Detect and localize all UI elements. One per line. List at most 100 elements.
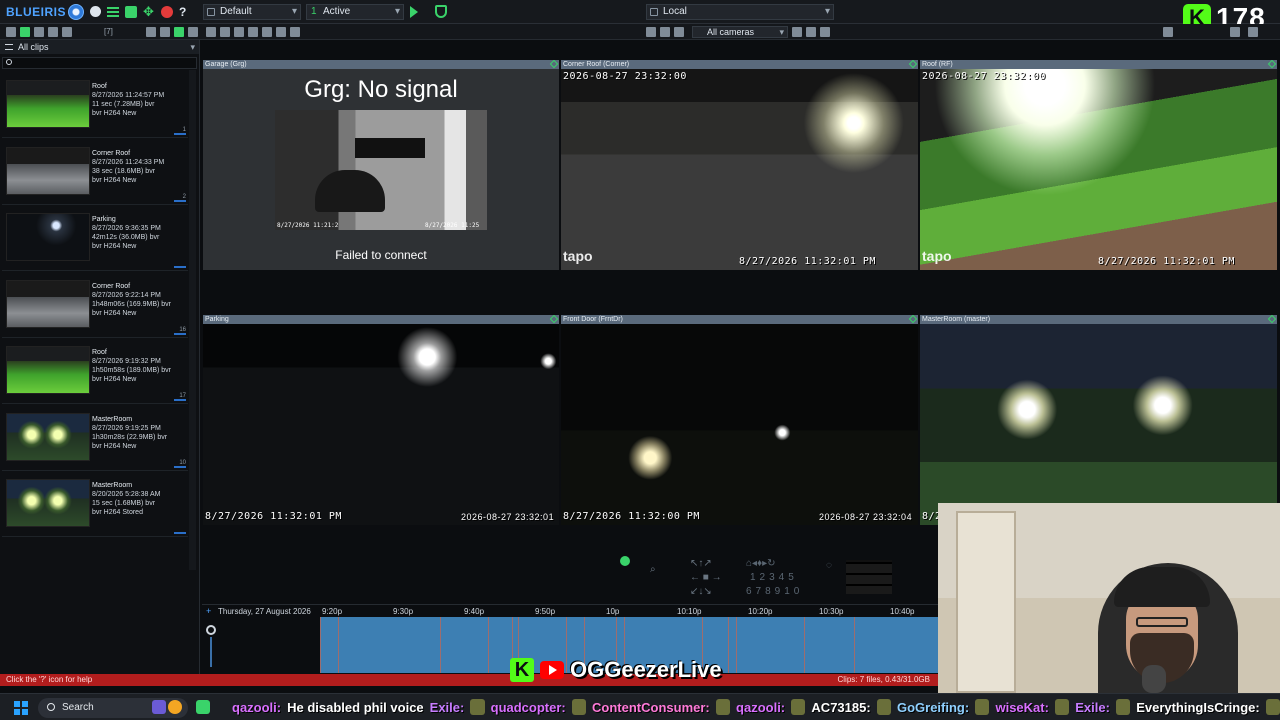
preset-row-2[interactable]: 678910 <box>746 586 803 597</box>
clip-item[interactable]: Roof 8/27/2026 9:19:32 PM 1h50m58s (189.0M… <box>2 340 188 404</box>
camera-title-bar: Corner Roof (Corner) <box>561 60 918 69</box>
profile-dropdown[interactable]: Default <box>203 4 301 20</box>
taskbar-app-icon[interactable] <box>196 700 210 714</box>
flag-icon[interactable] <box>34 27 44 37</box>
chat-emote-icon <box>571 699 587 715</box>
chat-emote-icon <box>470 699 485 715</box>
server-dropdown[interactable]: Local <box>646 4 834 20</box>
clip-item[interactable]: Corner Roof 8/27/2026 11:24:33 PM 38 sec (… <box>2 141 188 205</box>
profile-icon <box>207 8 215 16</box>
minimize-icon[interactable] <box>1230 27 1240 37</box>
clips-search-input[interactable] <box>2 57 197 69</box>
camera-garage[interactable]: Garage (Grg) Grg: No signal 8/27/2026 11… <box>203 60 559 270</box>
chat-username: qazooli: <box>232 699 282 715</box>
record-icon[interactable] <box>234 27 244 37</box>
settings-gear-icon[interactable] <box>90 6 101 17</box>
move-arrows-icon[interactable]: ✥ <box>143 5 155 18</box>
taskbar-app-icon[interactable] <box>152 700 166 714</box>
chat-username: quadcopter: <box>490 699 566 715</box>
clip-meta: MasterRoom 8/20/2026 5:28:38 AM 15 sec (1.… <box>92 481 186 517</box>
thumbs-icon[interactable] <box>160 27 170 37</box>
camera-gear-icon[interactable] <box>806 27 816 37</box>
clip-thumbnail <box>6 213 90 261</box>
volume-icon[interactable] <box>1163 27 1173 37</box>
clip-item[interactable]: MasterRoom 8/27/2026 9:19:25 PM 1h30m28s (… <box>2 407 188 471</box>
clips-header[interactable]: All clips ▾ <box>0 40 199 54</box>
clip-thumbnail <box>6 279 90 328</box>
fullscreen-icon[interactable] <box>1248 27 1258 37</box>
crop-icon[interactable] <box>206 27 216 37</box>
timeline-slider[interactable] <box>210 637 212 667</box>
layout-icon[interactable] <box>646 27 656 37</box>
upload-icon[interactable] <box>262 27 272 37</box>
clip-camera: Corner Roof <box>92 282 131 290</box>
alert-icon[interactable] <box>248 27 258 37</box>
mute-icon[interactable] <box>276 27 286 37</box>
camera-settings-icon[interactable] <box>792 27 802 37</box>
camera-front-door[interactable]: Front Door (FrntDr) 8/27/2026 11:32:00 P… <box>561 315 918 525</box>
clip-item[interactable]: Corner Roof 8/27/2026 9:22:14 PM 1h48m06s … <box>2 274 188 338</box>
camera-status-icon <box>908 315 918 324</box>
clip-date: 8/27/2026 9:22:14 PM <box>92 291 161 299</box>
clip-date: 8/27/2026 9:19:25 PM <box>92 424 161 432</box>
timeline-event-mark <box>488 617 489 673</box>
image-icon[interactable] <box>220 27 230 37</box>
timeline-tick: 9:50p <box>535 607 556 616</box>
list-view-icon[interactable] <box>107 6 119 17</box>
ptz-tools-icon[interactable]: ◌ <box>826 560 832 571</box>
camera-corner-roof[interactable]: Corner Roof (Corner) 2026-08-27 23:32:00… <box>561 60 918 270</box>
windows-start-icon[interactable] <box>14 701 28 715</box>
timeline-event-mark <box>736 617 737 673</box>
timeline-add-icon[interactable]: + <box>206 606 211 616</box>
timeline-event-mark <box>854 617 855 673</box>
timeline-tick: 9:20p <box>322 607 343 616</box>
clip-meta: Roof 8/27/2026 9:19:32 PM 1h50m58s (189.0M… <box>92 348 186 384</box>
taskbar-app-icon[interactable] <box>168 700 182 714</box>
timeline-knob[interactable] <box>206 625 216 635</box>
zoom-icon[interactable]: ⌕ <box>650 564 656 575</box>
chevron-down-icon: ▾ <box>190 42 195 52</box>
chat-icon[interactable] <box>62 27 72 37</box>
mic-icon[interactable] <box>290 27 300 37</box>
camera-icon[interactable] <box>125 5 137 18</box>
lightning-icon[interactable] <box>20 27 30 37</box>
calendar-icon[interactable] <box>146 27 156 37</box>
help-icon[interactable]: ? <box>179 6 191 18</box>
clip-codec: bvr H264 New <box>92 243 137 250</box>
filter-icon[interactable] <box>188 27 198 37</box>
pan-arrows-icon[interactable]: ↖↑↗ <box>690 558 712 569</box>
camera-master-room[interactable]: MasterRoom (master) 8/2 <box>920 315 1277 525</box>
clip-item[interactable]: Roof 8/27/2026 11:24:57 PM 11 sec (7.28MB)… <box>2 74 188 138</box>
add-camera-icon[interactable] <box>820 27 830 37</box>
ptz-controls: ⌕ ↖↑↗ ← ■ → ↙↓↘ ⌂◂♦▸↻ 12345 678910 ◌ <box>614 556 904 600</box>
pan-arrows-mid-icon[interactable]: ← ■ → <box>690 572 722 583</box>
last-frame-preview: 8/27/2026 11:21:2 8/27/2026 11:25 <box>275 110 487 230</box>
camera-roof[interactable]: Roof (RF) 2026-08-27 23:32:00 tapo 8/27/… <box>920 60 1277 270</box>
schedule-dropdown[interactable]: 1 Active <box>306 4 404 20</box>
preset-icons[interactable]: ⌂◂♦▸↻ <box>746 558 776 569</box>
chat-username: Exile: <box>429 699 465 715</box>
pause-icon[interactable] <box>674 27 684 37</box>
camera-parking[interactable]: Parking 8/27/2026 11:32:01 PM 2026-08-27… <box>203 315 559 525</box>
refresh-icon[interactable] <box>48 27 58 37</box>
clip-item[interactable]: Parking 8/27/2026 9:36:35 PM 42m12s (36.0M… <box>2 207 188 271</box>
chat-emote-icon <box>1054 699 1070 715</box>
sync-icon[interactable] <box>660 27 670 37</box>
clip-item[interactable]: MasterRoom 8/20/2026 5:28:38 AM 15 sec (1.… <box>2 473 188 537</box>
preset-row-1[interactable]: 12345 <box>750 572 798 583</box>
clip-detail: 42m12s (36.0MB) bvr <box>92 234 160 241</box>
camera-title: Garage (Grg) <box>205 61 247 68</box>
schedule-number: 1 <box>311 6 317 17</box>
shield-icon[interactable] <box>435 5 447 18</box>
cameras-dropdown[interactable]: All cameras <box>692 26 788 38</box>
sort-icon[interactable] <box>174 27 184 37</box>
timeline-tick: 10:10p <box>677 607 702 616</box>
play-icon[interactable] <box>410 6 418 18</box>
clip-meta: Roof 8/27/2026 11:24:57 PM 11 sec (7.28MB)… <box>92 82 186 118</box>
sidebar-scrollbar[interactable] <box>189 70 196 570</box>
stop-icon[interactable] <box>161 5 173 18</box>
timeline-tick: 9:30p <box>393 607 414 616</box>
pan-arrows-down-icon[interactable]: ↙↓↘ <box>690 586 712 597</box>
camera-title-bar: Roof (RF) <box>920 60 1277 69</box>
menu-icon[interactable] <box>6 27 16 37</box>
